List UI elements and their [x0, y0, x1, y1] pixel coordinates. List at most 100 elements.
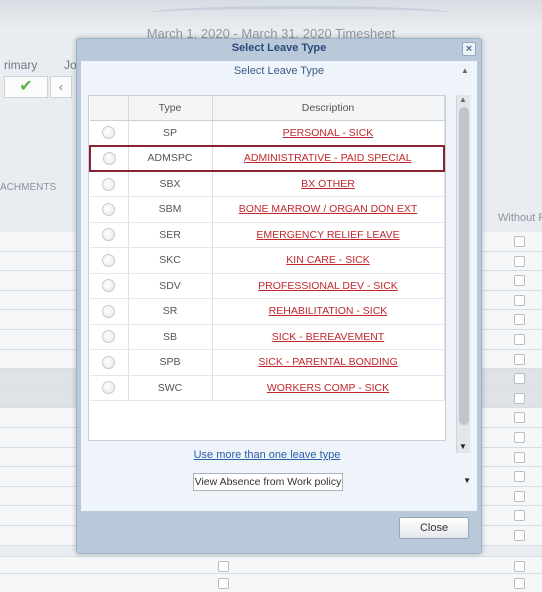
grid-body: SP PERSONAL - SICK ADMSPC ADMINISTRATIVE - … — [89, 120, 445, 401]
leave-type-row[interactable]: SB SICK - BEREAVEMENT — [90, 324, 445, 350]
leave-type-code: SER — [128, 222, 213, 248]
leave-type-description-cell: SICK - PARENTAL BONDING — [212, 349, 445, 376]
leave-type-radio-cell[interactable] — [89, 144, 129, 172]
leave-type-code: SB — [128, 324, 213, 350]
leave-type-description-link[interactable]: EMERGENCY RELIEF LEAVE — [256, 229, 399, 241]
row-checkbox[interactable] — [514, 353, 525, 365]
row-checkbox[interactable] — [514, 333, 525, 345]
leave-type-description-link[interactable]: REHABILITATION - SICK — [269, 305, 388, 317]
row-checkbox[interactable] — [514, 412, 525, 424]
leave-type-description-cell: ADMINISTRATIVE - PAID SPECIAL — [212, 144, 445, 172]
row-checkbox[interactable] — [514, 471, 525, 483]
row-checkbox[interactable] — [514, 451, 525, 463]
job-icon[interactable]: ‹ — [50, 76, 72, 98]
leave-type-radio[interactable] — [102, 253, 116, 267]
leave-type-description-link[interactable]: PERSONAL - SICK — [283, 127, 374, 139]
leave-type-description-link[interactable]: PROFESSIONAL DEV - SICK — [258, 280, 398, 292]
leave-type-row[interactable]: SKC KIN CARE - SICK — [90, 247, 445, 274]
row-checkbox[interactable] — [514, 431, 525, 443]
row-checkbox[interactable] — [514, 294, 525, 306]
leave-type-description-cell: BX OTHER — [212, 171, 445, 197]
row-checkbox[interactable] — [514, 490, 525, 502]
scrollbar-thumb[interactable] — [459, 107, 469, 425]
leave-type-code: SBX — [128, 171, 213, 197]
row-checkbox[interactable] — [514, 510, 525, 522]
row-checkbox[interactable] — [514, 275, 525, 287]
leave-type-radio[interactable] — [102, 304, 116, 318]
row-checkbox[interactable] — [514, 373, 525, 385]
scroll-up-icon[interactable]: ▲ — [459, 95, 467, 104]
leave-type-row[interactable]: ADMSPC ADMINISTRATIVE - PAID SPECIAL — [89, 144, 445, 172]
leave-type-radio[interactable] — [102, 355, 116, 369]
leave-type-radio[interactable] — [102, 279, 116, 293]
leave-type-code: SP — [128, 120, 213, 146]
banner-swoosh — [150, 6, 450, 20]
row-checkbox[interactable] — [514, 392, 525, 404]
footer-checkbox[interactable] — [218, 578, 229, 589]
dialog-subtitle: Select Leave Type — [233, 65, 325, 77]
job-column-label: Jo — [64, 58, 77, 72]
leave-type-row[interactable]: SDV PROFESSIONAL DEV - SICK — [90, 273, 445, 299]
row-checkbox[interactable] — [514, 529, 525, 541]
row-checkbox[interactable] — [514, 236, 525, 247]
multiple-leave-types-link[interactable]: Use more than one leave type — [81, 449, 453, 461]
leave-type-description-link[interactable]: BX OTHER — [301, 178, 355, 190]
leave-type-radio-cell[interactable] — [90, 375, 129, 401]
timesheet-footer-rows — [0, 556, 542, 592]
leave-type-radio[interactable] — [102, 177, 116, 191]
leave-type-description-link[interactable]: SICK - BEREAVEMENT — [272, 331, 384, 343]
leave-type-row[interactable]: SER EMERGENCY RELIEF LEAVE — [90, 222, 445, 248]
type-column-header: Type — [128, 96, 213, 121]
body-scroll-up-icon[interactable]: ▲ — [461, 66, 471, 76]
view-policy-button[interactable]: View Absence from Work policy — [193, 473, 343, 491]
leave-type-row[interactable]: SR REHABILITATION - SICK — [90, 298, 445, 325]
attachments-tab-label[interactable]: ACHMENTS — [0, 182, 56, 193]
leave-type-description-cell: PERSONAL - SICK — [212, 120, 445, 146]
leave-type-code: SBM — [128, 196, 213, 223]
leave-type-radio[interactable] — [102, 228, 116, 242]
leave-type-description-link[interactable]: ADMINISTRATIVE - PAID SPECIAL — [244, 152, 412, 164]
leave-type-radio-cell[interactable] — [90, 273, 129, 299]
leave-type-radio-cell[interactable] — [90, 298, 129, 325]
leave-type-radio-cell[interactable] — [90, 222, 129, 248]
leave-type-code: SWC — [128, 375, 213, 401]
dialog-header: Select Leave Type × — [77, 39, 481, 59]
row-checkbox[interactable] — [514, 255, 525, 267]
leave-type-description-link[interactable]: SICK - PARENTAL BONDING — [258, 356, 397, 368]
leave-type-radio[interactable] — [102, 126, 116, 139]
leave-type-description-cell: KIN CARE - SICK — [212, 247, 445, 274]
leave-type-code: SDV — [128, 273, 213, 299]
grid-scrollbar[interactable]: ▲ ▼ — [456, 95, 470, 453]
body-scroll-down-icon[interactable]: ▼ — [463, 476, 471, 485]
leave-type-radio[interactable] — [102, 381, 116, 395]
row-checkbox[interactable] — [514, 314, 525, 326]
footer-checkbox[interactable] — [514, 561, 525, 572]
leave-type-radio-cell[interactable] — [90, 349, 129, 376]
leave-type-description-link[interactable]: BONE MARROW / ORGAN DON EXT — [239, 203, 418, 215]
leave-type-radio-cell[interactable] — [90, 171, 129, 197]
leave-type-radio-cell[interactable] — [90, 120, 129, 146]
leave-type-radio-cell[interactable] — [90, 247, 129, 274]
leave-type-radio[interactable] — [102, 151, 116, 165]
leave-type-row[interactable]: SPB SICK - PARENTAL BONDING — [90, 349, 445, 376]
leave-type-radio[interactable] — [102, 330, 116, 344]
footer-checkbox[interactable] — [218, 561, 229, 572]
leave-type-description-cell: BONE MARROW / ORGAN DON EXT — [212, 196, 445, 223]
leave-type-radio-cell[interactable] — [90, 196, 129, 223]
close-icon[interactable]: × — [462, 42, 476, 56]
leave-type-row[interactable]: SP PERSONAL - SICK — [90, 120, 445, 146]
primary-check-icon[interactable]: ✔ — [4, 76, 48, 98]
leave-type-radio[interactable] — [102, 202, 116, 216]
footer-checkbox[interactable] — [514, 578, 525, 589]
leave-type-row[interactable]: SBX BX OTHER — [90, 171, 445, 197]
leave-type-description-link[interactable]: WORKERS COMP - SICK — [267, 382, 389, 394]
page-banner — [0, 0, 542, 28]
leave-type-description-cell: PROFESSIONAL DEV - SICK — [212, 273, 445, 299]
scroll-down-icon[interactable]: ▼ — [459, 442, 467, 451]
close-button[interactable]: Close — [399, 517, 469, 539]
leave-type-radio-cell[interactable] — [90, 324, 129, 350]
select-leave-type-dialog: Select Leave Type × Select Leave Type ▲ … — [76, 38, 482, 554]
leave-type-row[interactable]: SWC WORKERS COMP - SICK — [90, 375, 445, 401]
leave-type-description-link[interactable]: KIN CARE - SICK — [286, 254, 369, 266]
leave-type-row[interactable]: SBM BONE MARROW / ORGAN DON EXT — [90, 196, 445, 223]
